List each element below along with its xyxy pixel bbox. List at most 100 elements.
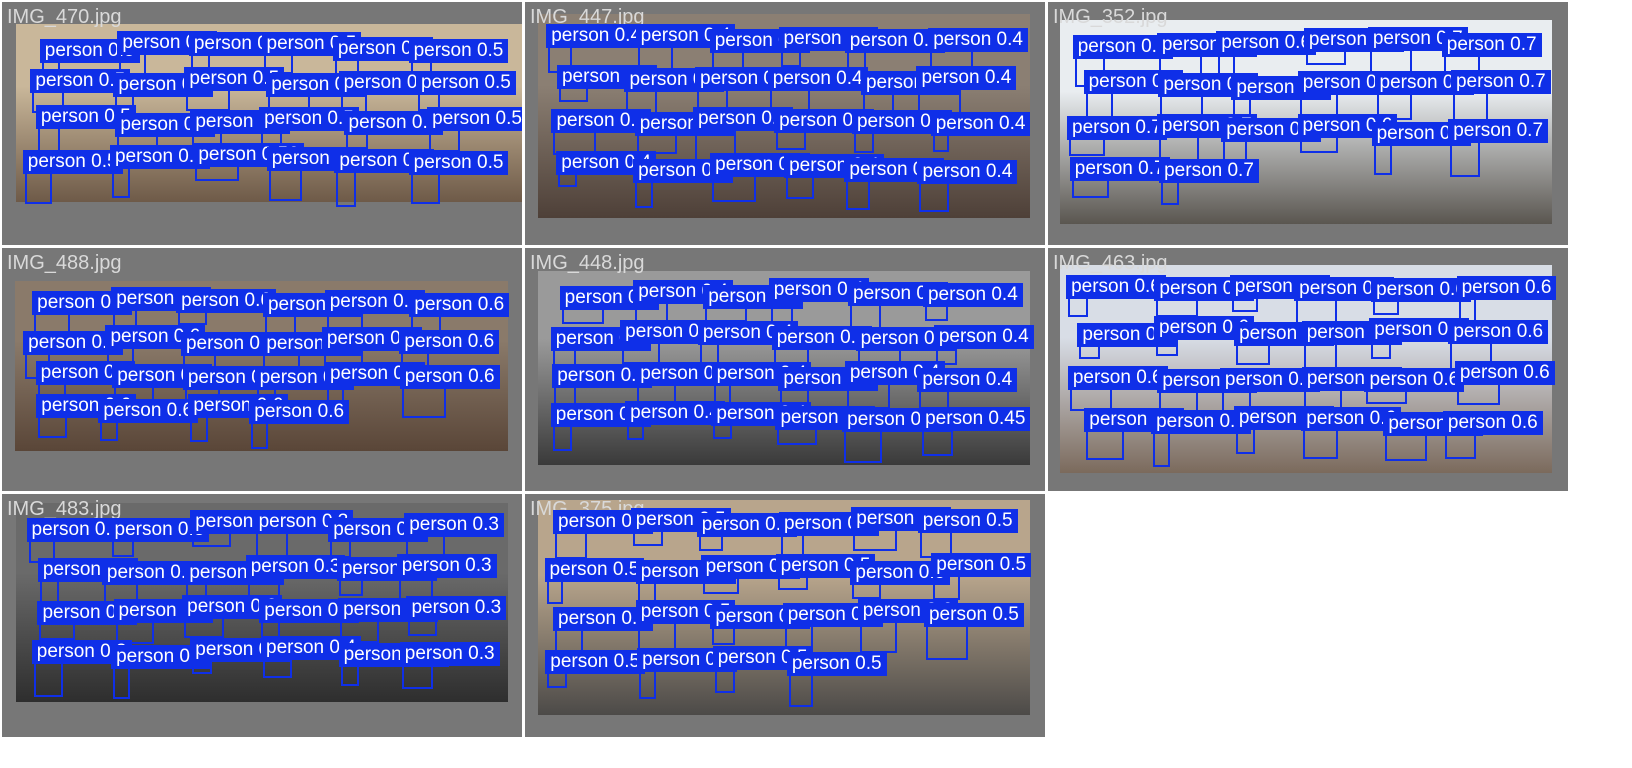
detection-box — [1303, 429, 1338, 460]
detection-box — [263, 657, 293, 679]
detection-box — [922, 429, 953, 457]
detection-box — [852, 583, 881, 599]
detection-box — [1373, 300, 1400, 316]
detection-label: person 0.4 — [767, 67, 868, 92]
detection-label: person 0.7 — [1159, 159, 1259, 184]
detection-box — [786, 176, 814, 200]
detection-label: person 0.5 — [917, 509, 1018, 534]
detection-box — [178, 310, 208, 325]
detection-box — [408, 618, 437, 636]
detection-label: person 0.5 — [545, 649, 646, 674]
detection-grid: IMG_470.jpg person 0.5 person 0.5 person 0.… — [0, 0, 1632, 768]
detection-label: person 0.3 — [406, 596, 507, 621]
detection-box — [713, 423, 732, 439]
detection-box — [1161, 181, 1179, 205]
detection-box — [190, 415, 208, 443]
detection-label: person 0.6 — [249, 400, 350, 425]
detection-box — [268, 169, 302, 202]
detection-box — [547, 671, 568, 689]
detection-label: person 0.7 — [1441, 33, 1542, 58]
detection-label: person 0.6 — [98, 398, 199, 423]
detection-box — [919, 181, 950, 212]
image-panel[interactable]: IMG_448.jpg person 0.6 person 0.4 person 0.… — [525, 248, 1045, 491]
detection-box — [780, 48, 802, 67]
detection-box — [113, 667, 130, 700]
detection-box — [338, 578, 364, 597]
detection-box — [555, 532, 587, 560]
detection-label: person 0.5 — [931, 553, 1032, 578]
detection-label: person 0.4 — [916, 65, 1017, 90]
detection-box — [1086, 429, 1125, 461]
detection-box — [184, 617, 224, 638]
detections-layer: person 0.5 person 0.5 person 0.5 person 0.5… — [525, 494, 1045, 737]
detections-layer: person 0.5 person 0.5 person 0.5 person 0.5… — [2, 2, 522, 245]
detection-box — [712, 626, 735, 645]
detections-layer: person 0.6 person 0.5 person 0.5 person 0.6… — [1048, 248, 1568, 491]
detection-box — [111, 539, 134, 557]
detection-box — [1079, 345, 1101, 360]
detection-label: person 0.4 — [917, 159, 1018, 184]
detection-box — [552, 424, 572, 452]
detection-box — [853, 529, 897, 551]
detection-label: person 0.7 — [1069, 157, 1170, 182]
detection-box — [1233, 98, 1251, 116]
detection-box — [1452, 91, 1489, 122]
detection-box — [1373, 144, 1392, 175]
detection-label: person 0.3 — [404, 513, 504, 538]
image-panel[interactable]: IMG_488.jpg person 0.6 person 0.6 person 0.… — [2, 248, 522, 491]
image-panel[interactable]: IMG_483.jpg person 0.3 person 0.3 person 0.… — [2, 494, 522, 737]
detection-box — [1456, 382, 1500, 406]
detection-label: person 0.5 — [544, 558, 645, 583]
detection-label: person 0.45 — [920, 407, 1031, 432]
detection-label: person 0.7 — [1067, 116, 1167, 140]
detection-label: person 0.6 — [1454, 360, 1555, 385]
detection-box — [698, 535, 723, 552]
detection-box — [1371, 339, 1392, 360]
detection-box — [111, 167, 131, 198]
detection-box — [1068, 297, 1089, 317]
detection-box — [1069, 138, 1105, 157]
detection-box — [558, 172, 577, 187]
detection-box — [702, 576, 739, 595]
detection-label: person 0.3 — [399, 641, 500, 666]
detection-box — [401, 663, 434, 689]
detection-box — [859, 620, 897, 654]
detection-label: person 0.6 — [409, 293, 510, 318]
detection-box — [714, 668, 735, 694]
detection-box — [546, 580, 564, 605]
detection-box — [1235, 428, 1255, 454]
detection-label: person 0.4 — [625, 400, 725, 425]
detection-label: person 0.6 — [1216, 31, 1317, 56]
image-panel[interactable]: IMG_447.jpg person 0.4 person 0.4 person 0.… — [525, 2, 1045, 245]
detection-label: person 0.7 — [1450, 69, 1551, 94]
detection-label: person 0.5 — [408, 150, 509, 175]
image-panel[interactable]: IMG_463.jpg person 0.6 person 0.5 person 0.… — [1048, 248, 1568, 491]
detection-box — [1450, 141, 1481, 177]
detection-box — [1299, 135, 1339, 153]
detection-box — [1231, 297, 1259, 313]
image-panel[interactable]: IMG_470.jpg person 0.5 person 0.5 person 0.… — [2, 2, 522, 245]
detection-box — [24, 172, 53, 205]
detection-label: person 0.6 — [1448, 320, 1549, 345]
detection-label: person 0.6 — [399, 364, 500, 389]
detection-label: person 0.4 — [930, 111, 1031, 136]
detection-box — [33, 661, 63, 697]
detection-box — [558, 86, 589, 103]
detection-label: person 0.6 — [1067, 366, 1168, 391]
detection-box — [712, 174, 757, 202]
detection-box — [846, 180, 871, 210]
detection-box — [561, 308, 604, 324]
detection-box — [410, 172, 441, 204]
detection-label: person 0.3 — [396, 554, 497, 579]
detection-box — [192, 659, 212, 674]
detection-label: person 0.5 — [427, 107, 522, 132]
detection-label: person 0.4 — [546, 24, 647, 49]
detection-box — [336, 170, 356, 207]
detection-box — [1156, 298, 1198, 318]
detection-box — [1444, 433, 1476, 460]
detection-box — [627, 422, 645, 440]
detection-box — [788, 674, 813, 708]
image-panel[interactable]: IMG_375.jpg person 0.5 person 0.5 person 0.… — [525, 494, 1045, 737]
detection-box — [39, 622, 75, 640]
image-panel[interactable]: IMG_352.jpg person 0.7 person 0.6 person 0.… — [1048, 2, 1568, 245]
